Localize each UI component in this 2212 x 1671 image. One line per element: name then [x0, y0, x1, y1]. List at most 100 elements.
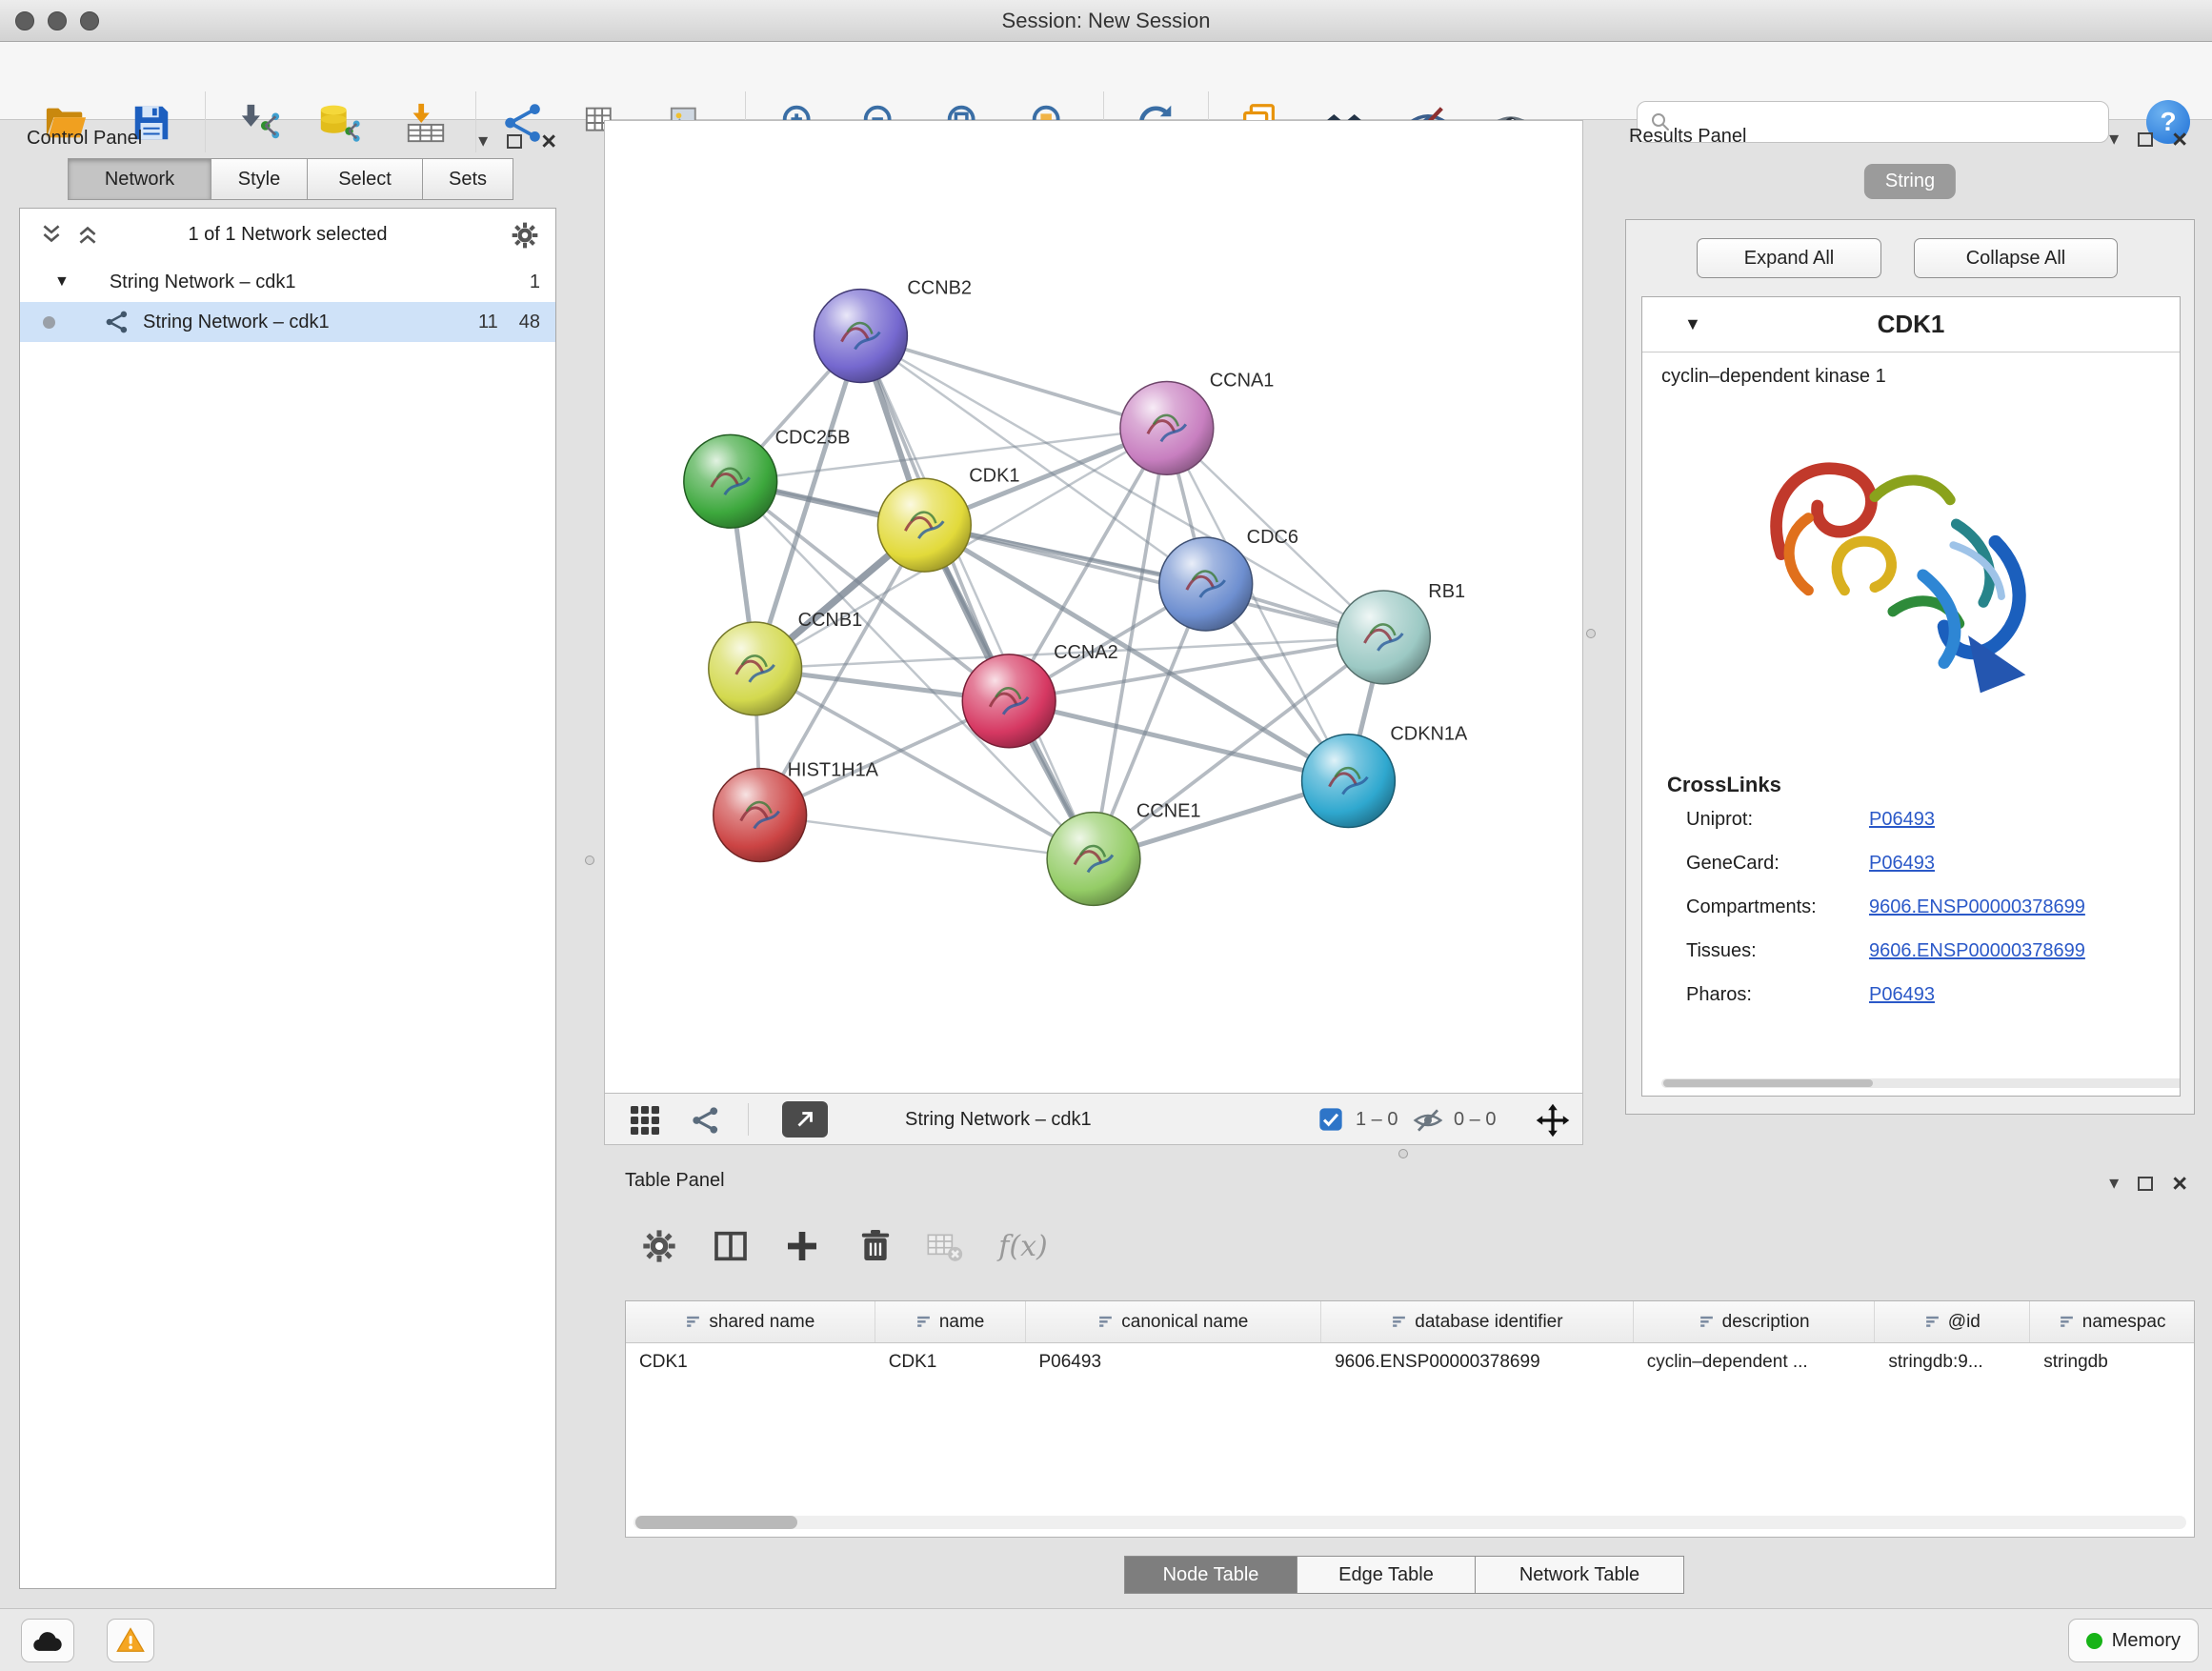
tab-network-table[interactable]: Network Table: [1475, 1556, 1684, 1594]
add-column-button[interactable]: [779, 1223, 825, 1269]
crosslink-value[interactable]: 9606.ENSP00000378699: [1869, 896, 2085, 918]
window-minimize-button[interactable]: [48, 11, 67, 30]
cell-description[interactable]: cyclin–dependent ...: [1634, 1352, 1876, 1373]
tab-select[interactable]: Select: [307, 158, 423, 200]
string-share-icon[interactable]: [687, 1101, 725, 1139]
network-graph[interactable]: CCNB2CCNA1CDC25BCDK1CDC6RB1CCNB1CCNA2CDK…: [605, 121, 1582, 1093]
panel-menu-icon[interactable]: ▾: [2109, 130, 2119, 149]
tab-node-table[interactable]: Node Table: [1124, 1556, 1297, 1594]
edge-CCNB2-CCNA1[interactable]: [860, 336, 1166, 429]
column-header-description[interactable]: description: [1634, 1301, 1876, 1342]
crosslink-value[interactable]: P06493: [1869, 809, 1935, 831]
cloud-button[interactable]: [21, 1619, 74, 1662]
node-CCNA2[interactable]: [962, 654, 1056, 748]
results-horizontal-scrollbar[interactable]: [1661, 1078, 2181, 1088]
column-header-name[interactable]: name: [875, 1301, 1026, 1342]
memory-button[interactable]: Memory: [2068, 1619, 2199, 1662]
node-CCNA1[interactable]: [1120, 381, 1214, 474]
tab-string[interactable]: String: [1864, 164, 1956, 199]
tab-network[interactable]: Network: [68, 158, 211, 200]
cell-id[interactable]: stringdb:9...: [1875, 1352, 2030, 1373]
hidden-count-label: 0 – 0: [1454, 1094, 1496, 1145]
column-header-shared-name[interactable]: shared name: [626, 1301, 875, 1342]
node-label-CDKN1A: CDKN1A: [1390, 724, 1468, 745]
memory-label: Memory: [2112, 1630, 2181, 1652]
scrollbar-thumb[interactable]: [635, 1516, 797, 1529]
collection-count: 1: [530, 272, 540, 293]
table-settings-button[interactable]: [636, 1223, 682, 1269]
node-CDK1[interactable]: [877, 478, 971, 572]
delete-table-button[interactable]: [921, 1223, 967, 1269]
cell-shared-name[interactable]: CDK1: [626, 1352, 875, 1373]
collapse-all-button[interactable]: Collapse All: [1914, 238, 2118, 278]
sort-icon: [1097, 1314, 1114, 1330]
node-RB1[interactable]: [1337, 591, 1430, 684]
crosslink-value[interactable]: P06493: [1869, 984, 1935, 1006]
warning-button[interactable]: [107, 1619, 154, 1662]
cell-canonical-name[interactable]: P06493: [1026, 1352, 1322, 1373]
left-splitter-handle[interactable]: [585, 856, 594, 865]
panel-close-icon[interactable]: ×: [2172, 1171, 2187, 1197]
panel-close-icon[interactable]: ×: [541, 129, 556, 154]
gear-icon[interactable]: [510, 220, 540, 251]
memory-status-dot: [2086, 1633, 2102, 1649]
panel-close-icon[interactable]: ×: [2172, 127, 2187, 152]
crosslink-value[interactable]: 9606.ENSP00000378699: [1869, 940, 2085, 962]
bottom-splitter-handle[interactable]: [1398, 1149, 1408, 1158]
section-expander-icon[interactable]: ▼: [1684, 314, 1701, 334]
crosslink-value[interactable]: P06493: [1869, 853, 1935, 875]
edge-CCNB2-CCNE1[interactable]: [860, 336, 1094, 859]
window-close-button[interactable]: [15, 11, 34, 30]
birdseye-grid-icon[interactable]: [626, 1101, 664, 1139]
tab-sets[interactable]: Sets: [422, 158, 513, 200]
node-CCNB1[interactable]: [709, 622, 802, 715]
table-row[interactable]: CDK1 CDK1 P06493 9606.ENSP00000378699 cy…: [626, 1343, 2194, 1381]
panel-menu-icon[interactable]: ▾: [478, 131, 488, 151]
titlebar: Session: New Session: [0, 0, 2212, 42]
node-CDC6[interactable]: [1159, 537, 1253, 631]
node-HIST1H1A[interactable]: [714, 769, 807, 862]
cell-name[interactable]: CDK1: [875, 1352, 1026, 1373]
show-columns-button[interactable]: [708, 1223, 754, 1269]
column-header-canonical-name[interactable]: canonical name: [1026, 1301, 1322, 1342]
table-horizontal-scrollbar[interactable]: [633, 1516, 2186, 1529]
crosslink-row: GeneCard: P06493: [1642, 841, 2180, 885]
network-canvas[interactable]: CCNB2CCNA1CDC25BCDK1CDC6RB1CCNB1CCNA2CDK…: [604, 120, 1583, 1094]
delete-column-button[interactable]: [853, 1223, 898, 1269]
fit-content-button[interactable]: [1534, 1101, 1572, 1139]
tab-edge-table[interactable]: Edge Table: [1297, 1556, 1476, 1594]
cell-namespace[interactable]: stringdb: [2030, 1352, 2194, 1373]
string-network-icon: [103, 308, 131, 336]
node-CCNB2[interactable]: [814, 290, 908, 383]
tab-style[interactable]: Style: [211, 158, 308, 200]
panel-float-icon[interactable]: [2138, 132, 2153, 147]
selected-checkbox-icon[interactable]: [1317, 1106, 1344, 1133]
panel-menu-icon[interactable]: ▾: [2109, 1174, 2119, 1193]
network-row-selected[interactable]: String Network – cdk1 11 48: [20, 302, 555, 342]
protein-name: CDK1: [1878, 310, 1945, 339]
tree-expander-icon[interactable]: ▼: [54, 273, 70, 291]
node-CDKN1A[interactable]: [1302, 735, 1396, 828]
right-splitter-handle[interactable]: [1586, 629, 1596, 638]
edge-CDK1-RB1[interactable]: [924, 525, 1383, 637]
control-panel-title: Control Panel: [27, 128, 142, 150]
panel-float-icon[interactable]: [507, 134, 522, 149]
network-collection-row[interactable]: ▼ String Network – cdk1 1: [20, 262, 555, 302]
panel-float-icon[interactable]: [2138, 1177, 2153, 1191]
window-zoom-button[interactable]: [80, 11, 99, 30]
expand-all-button[interactable]: Expand All: [1697, 238, 1881, 278]
open-in-browser-button[interactable]: [782, 1101, 828, 1137]
protein-section-header[interactable]: ▼ CDK1: [1642, 297, 2180, 352]
column-header-database-identifier[interactable]: database identifier: [1321, 1301, 1634, 1342]
node-CDC25B[interactable]: [684, 434, 777, 528]
results-panel: Results Panel ▾ × String Expand All Coll…: [1625, 120, 2195, 1115]
hidden-eye-slash-icon[interactable]: [1413, 1105, 1443, 1136]
node-CCNE1[interactable]: [1047, 813, 1140, 906]
scrollbar-thumb[interactable]: [1663, 1079, 1873, 1087]
function-builder-button[interactable]: f(x): [985, 1223, 1061, 1269]
node-label-CCNA1: CCNA1: [1210, 370, 1275, 391]
cell-database-identifier[interactable]: 9606.ENSP00000378699: [1321, 1352, 1634, 1373]
column-header-id[interactable]: @id: [1875, 1301, 2030, 1342]
column-header-namespace[interactable]: namespac: [2030, 1301, 2194, 1342]
edge-HIST1H1A-CCNE1[interactable]: [760, 815, 1094, 859]
